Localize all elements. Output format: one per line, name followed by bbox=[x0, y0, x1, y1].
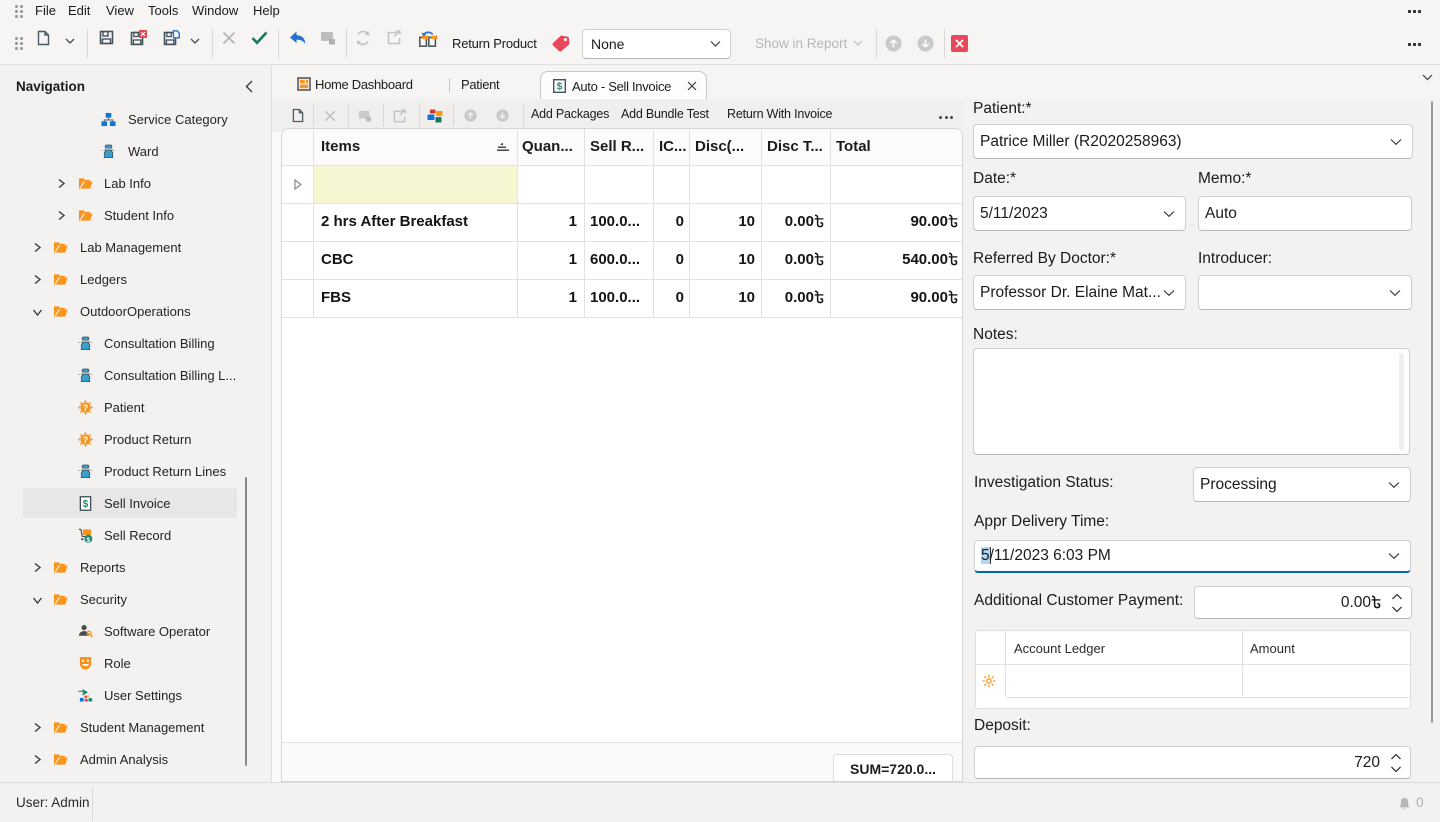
svg-text:$: $ bbox=[83, 499, 89, 510]
svg-text:?: ? bbox=[83, 435, 88, 445]
svg-text:?: ? bbox=[83, 403, 88, 413]
svg-text:$: $ bbox=[557, 82, 563, 93]
svg-text:$: $ bbox=[87, 537, 91, 543]
